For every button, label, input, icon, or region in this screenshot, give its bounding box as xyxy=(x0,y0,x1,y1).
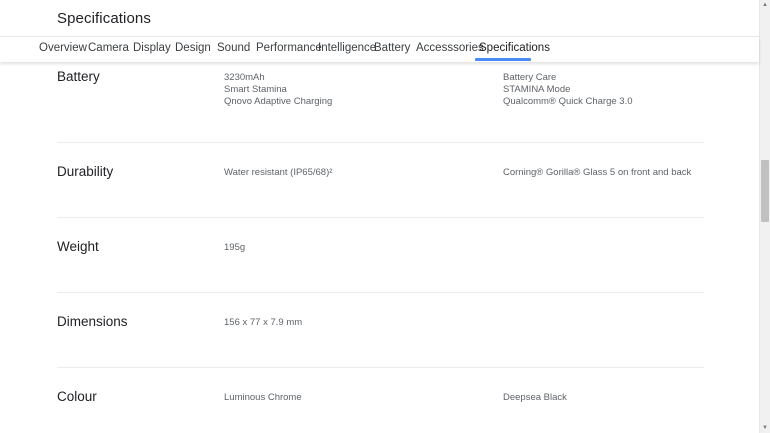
tab-bar: Overview Camera Display Design Sound Per… xyxy=(0,37,759,62)
spec-title-durability: Durability xyxy=(57,164,114,179)
spec-battery-col2: Battery Care STAMINA Mode Qualcomm® Quic… xyxy=(503,72,633,108)
spec-weight: Weight 195g xyxy=(57,218,704,292)
spec-title-battery: Battery xyxy=(57,69,100,84)
tab-sound[interactable]: Sound xyxy=(217,37,250,62)
tab-overview[interactable]: Overview xyxy=(39,37,87,62)
spec-colour-col2: Deepsea Black xyxy=(503,392,567,404)
page-title: Specifications xyxy=(57,10,151,27)
spec-dimensions: Dimensions 156 x 77 x 7.9 mm xyxy=(57,293,704,367)
spec-value: Battery Care xyxy=(503,72,557,83)
spec-value: Luminous Chrome xyxy=(224,392,302,403)
active-tab-indicator xyxy=(475,58,531,61)
tab-accessories[interactable]: Accesssories xyxy=(416,37,484,62)
spec-value: Qualcomm® Quick Charge 3.0 xyxy=(503,96,633,107)
spec-value: Corning® Gorilla® Glass 5 on front and b… xyxy=(503,167,692,178)
tab-camera[interactable]: Camera xyxy=(88,37,129,62)
tab-battery[interactable]: Battery xyxy=(374,37,410,62)
tab-intelligence[interactable]: Intelligence xyxy=(318,37,376,62)
tab-design[interactable]: Design xyxy=(175,37,211,62)
spec-value: 156 x 77 x 7.9 mm xyxy=(224,317,303,328)
scroll-down-arrow-icon[interactable]: ▼ xyxy=(760,423,770,433)
spec-value: 195g xyxy=(224,242,246,253)
spec-value: 3230mAh xyxy=(224,72,265,83)
spec-durability-col1: Water resistant (IP65/68)² xyxy=(224,167,332,179)
header-bar: Specifications xyxy=(0,0,759,37)
spec-value: Water resistant (IP65/68)² xyxy=(224,167,333,178)
spec-colour-col1: Luminous Chrome xyxy=(224,392,302,404)
spec-value: STAMINA Mode xyxy=(503,84,571,95)
spec-value: Deepsea Black xyxy=(503,392,567,403)
spec-durability-col2: Corning® Gorilla® Glass 5 on front and b… xyxy=(503,167,691,179)
spec-title-dimensions: Dimensions xyxy=(57,314,128,329)
page: Specifications Overview Camera Display D… xyxy=(0,0,770,433)
spec-battery: Battery 3230mAh Smart Stamina Qnovo Adap… xyxy=(57,62,704,142)
scrollbar-thumb[interactable] xyxy=(761,160,769,222)
scrollbar[interactable]: ▲ ▼ xyxy=(759,0,770,433)
tab-performance[interactable]: Performance xyxy=(256,37,322,62)
spec-weight-col1: 195g xyxy=(224,242,245,254)
spec-title-colour: Colour xyxy=(57,389,97,404)
spec-colour: Colour Luminous Chrome Deepsea Black xyxy=(57,368,704,433)
spec-durability: Durability Water resistant (IP65/68)² Co… xyxy=(57,143,704,217)
spec-battery-col1: 3230mAh Smart Stamina Qnovo Adaptive Cha… xyxy=(224,72,332,108)
content-area: Specifications Overview Camera Display D… xyxy=(0,0,759,433)
scroll-up-arrow-icon[interactable]: ▲ xyxy=(760,0,770,10)
spec-value: Qnovo Adaptive Charging xyxy=(224,96,333,107)
tab-display[interactable]: Display xyxy=(133,37,171,62)
spec-dimensions-col1: 156 x 77 x 7.9 mm xyxy=(224,317,302,329)
spec-value: Smart Stamina xyxy=(224,84,287,95)
spec-title-weight: Weight xyxy=(57,239,99,254)
